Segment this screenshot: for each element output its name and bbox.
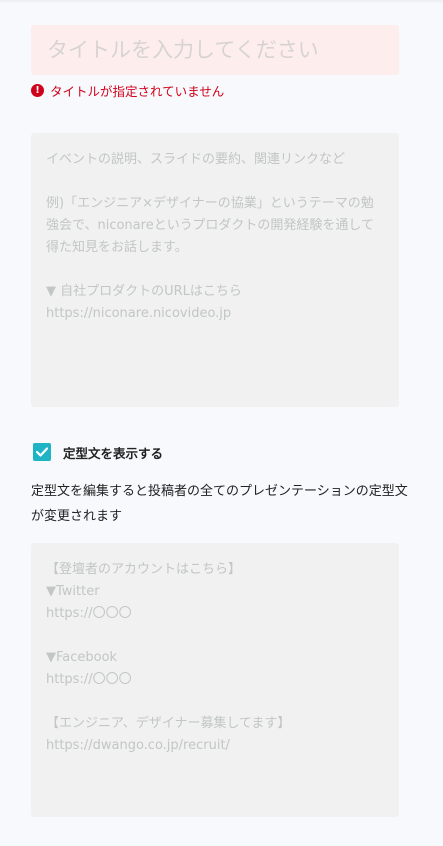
exclamation-icon: !	[31, 83, 44, 97]
top-shadow	[0, 0, 443, 4]
template-notice: 定型文を編集すると投稿者の全てのプレゼンテーションの定型文が変更されます	[31, 484, 408, 524]
title-error: ! タイトルが指定されていません	[31, 81, 224, 99]
template-textarea[interactable]	[31, 543, 399, 817]
description-textarea[interactable]	[31, 133, 399, 407]
show-template-label: 定型文を表示する	[63, 445, 164, 461]
title-error-message: タイトルが指定されていません	[50, 83, 225, 99]
show-template-checkbox[interactable]	[33, 443, 51, 461]
show-template-toggle[interactable]: 定型文を表示する	[33, 443, 163, 461]
title-input[interactable]	[31, 25, 399, 75]
checkmark-icon	[36, 447, 48, 457]
